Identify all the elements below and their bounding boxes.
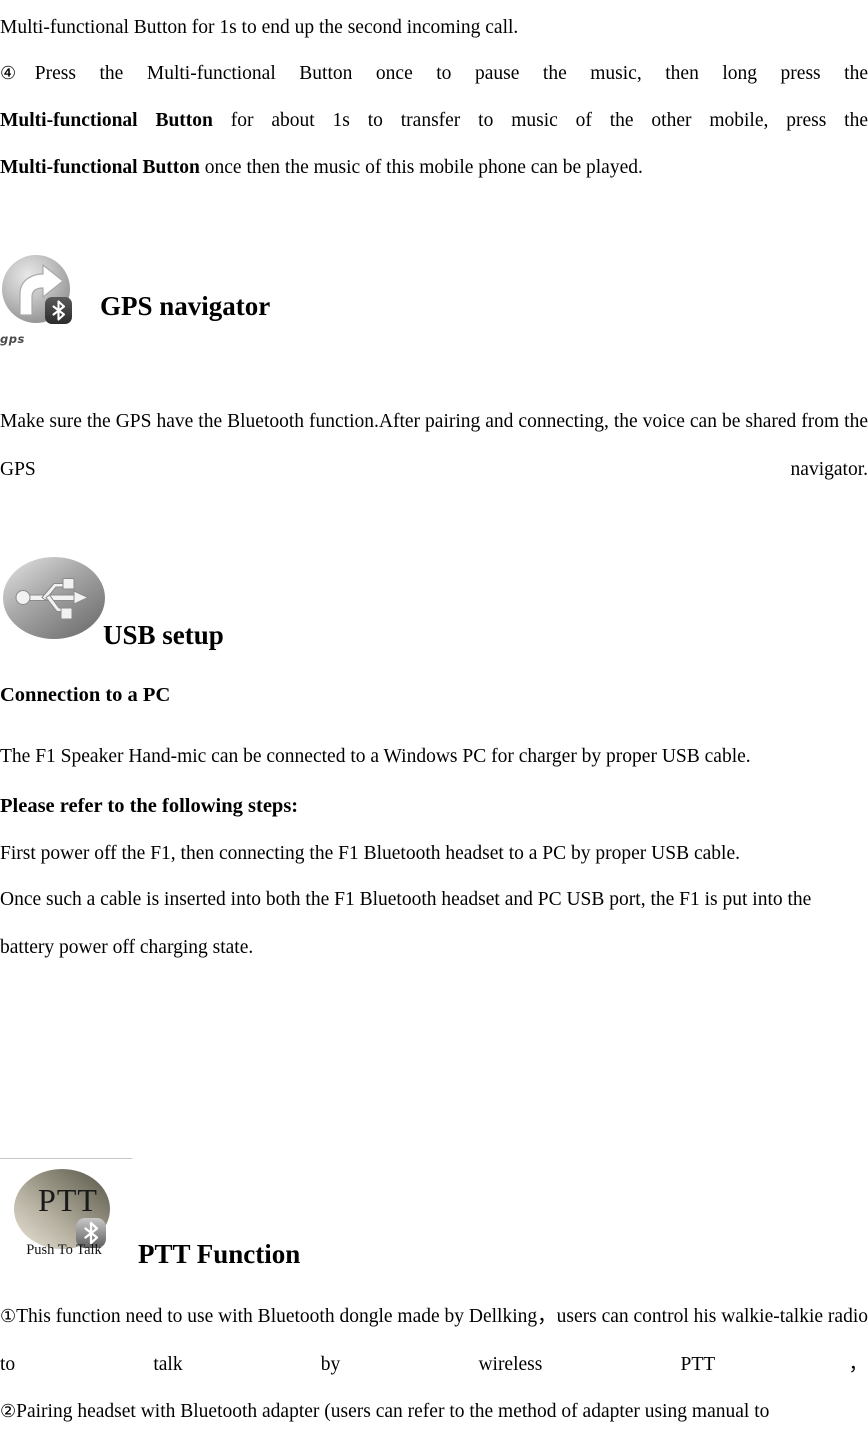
paragraph-item-4-line-2: Multi-functional Button for about 1s to … [0, 97, 868, 145]
ptt-icon-letters: PTT [38, 1182, 98, 1218]
subheading-connection-to-a-pc: Connection to a PC [0, 684, 171, 706]
paragraph-ptt-item-1: ①This function need to use with Bluetoot… [0, 1293, 868, 1389]
paragraph-item-4-text-b: for about 1s to transfer to music of the… [212, 110, 868, 131]
paragraph-usb-line-4: Once such a cable is inserted into both … [0, 889, 812, 958]
paragraph-ptt-item-2: ②Pairing headset with Bluetooth adapter … [0, 1388, 868, 1436]
paragraph-ptt-item-1-text: This function need to use with Bluetooth… [0, 1306, 868, 1375]
paragraph-usb-steps-label: Please refer to the following steps: [0, 795, 299, 817]
heading-usb-setup: USB setup [103, 620, 224, 650]
section-divider [0, 1158, 132, 1159]
paragraph-item-4-line-1: ④Press the Multi-functional Button once … [0, 50, 868, 98]
paragraph-usb-line-3: First power off the F1, then connecting … [0, 843, 740, 864]
circled-number-4: ④ [0, 63, 35, 84]
bold-multi-functional-button-1: Multi-functional Button [0, 110, 213, 131]
circled-number-1: ① [0, 1306, 17, 1327]
document-page: Multi-functional Button for 1s to end up… [0, 0, 868, 1422]
usb-icon [3, 557, 105, 639]
paragraph-continuation: Multi-functional Button for 1s to end up… [0, 17, 519, 38]
ptt-icon-caption: Push To Talk [26, 1242, 102, 1258]
heading-ptt-function: PTT Function [138, 1239, 301, 1269]
gps-icon-caption: gps [0, 332, 25, 346]
circled-number-2: ② [0, 1401, 17, 1422]
bold-multi-functional-button-2: Multi-functional Button [0, 157, 200, 178]
paragraph-usb-line-1: The F1 Speaker Hand-mic can be connected… [0, 746, 751, 767]
paragraph-gps-body: Make sure the GPS have the Bluetooth fun… [0, 411, 868, 480]
heading-gps-navigator: GPS navigator [100, 291, 271, 321]
paragraph-item-4-text-a: Press the Multi-functional Button once t… [34, 63, 868, 84]
gps-navigator-icon [2, 255, 72, 324]
paragraph-item-4-text-c: once then the music of this mobile phone… [199, 157, 643, 178]
paragraph-ptt-item-2-text: Pairing headset with Bluetooth adapter (… [16, 1401, 770, 1422]
paragraph-item-4-line-3: Multi-functional Button once then the mu… [0, 144, 868, 192]
